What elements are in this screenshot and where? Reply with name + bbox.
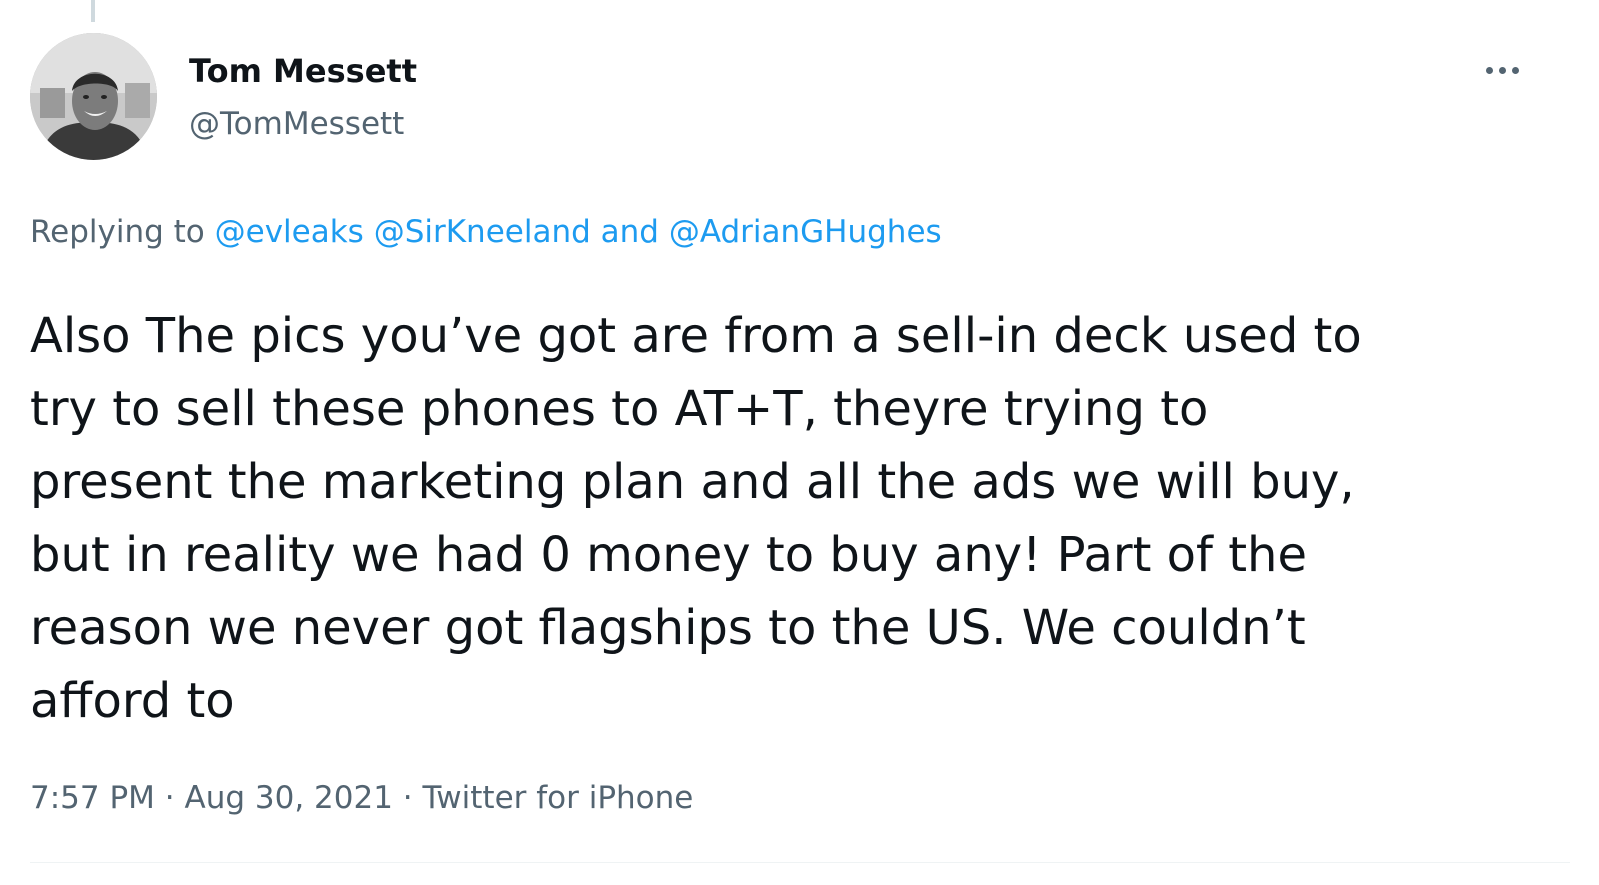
replying-to-line: Replying to @evleaks @SirKneeland and @A… [30,210,942,254]
tweet-line: but in reality we had 0 money to buy any… [30,527,1307,583]
mention-evleaks[interactable]: @evleaks [215,214,364,250]
mention-sirkneeland[interactable]: @SirKneeland [374,214,591,250]
ellipsis-icon-dot-2 [1498,66,1506,74]
more-options-button[interactable] [1474,50,1530,90]
replying-to-label: Replying to [30,214,215,250]
author-handle[interactable]: @TomMessett [189,103,404,145]
tweet-line: Also The pics you’ve got are from a sell… [30,308,1362,364]
divider [30,862,1570,863]
tweet-text: Also The pics you’ve got are from a sell… [30,300,1570,738]
tweet-timestamp-time[interactable]: 7:57 PM [30,780,155,816]
tweet-line: reason we never got flagships to the US.… [30,600,1306,656]
tweet-metadata: 7:57 PM · Aug 30, 2021 · Twitter for iPh… [30,776,693,820]
avatar[interactable] [30,33,157,160]
tweet-line: present the marketing plan and all the a… [30,454,1355,510]
author-display-name[interactable]: Tom Messett [189,50,417,92]
replying-to-and: and [590,214,669,250]
ellipsis-icon-dot-3 [1511,66,1519,74]
tweet-timestamp-date[interactable]: Aug 30, 2021 [184,780,392,816]
meta-separator: · [154,780,185,816]
meta-separator: · [392,780,423,816]
avatar-photo [30,33,157,160]
ellipsis-icon [1485,66,1493,74]
tweet-line: afford to [30,673,235,729]
tweet-source[interactable]: Twitter for iPhone [422,780,693,816]
thread-connector-line [91,0,95,22]
mention-adrianghughes[interactable]: @AdrianGHughes [669,214,942,250]
tweet-line: try to sell these phones to AT+T, theyre… [30,381,1209,437]
